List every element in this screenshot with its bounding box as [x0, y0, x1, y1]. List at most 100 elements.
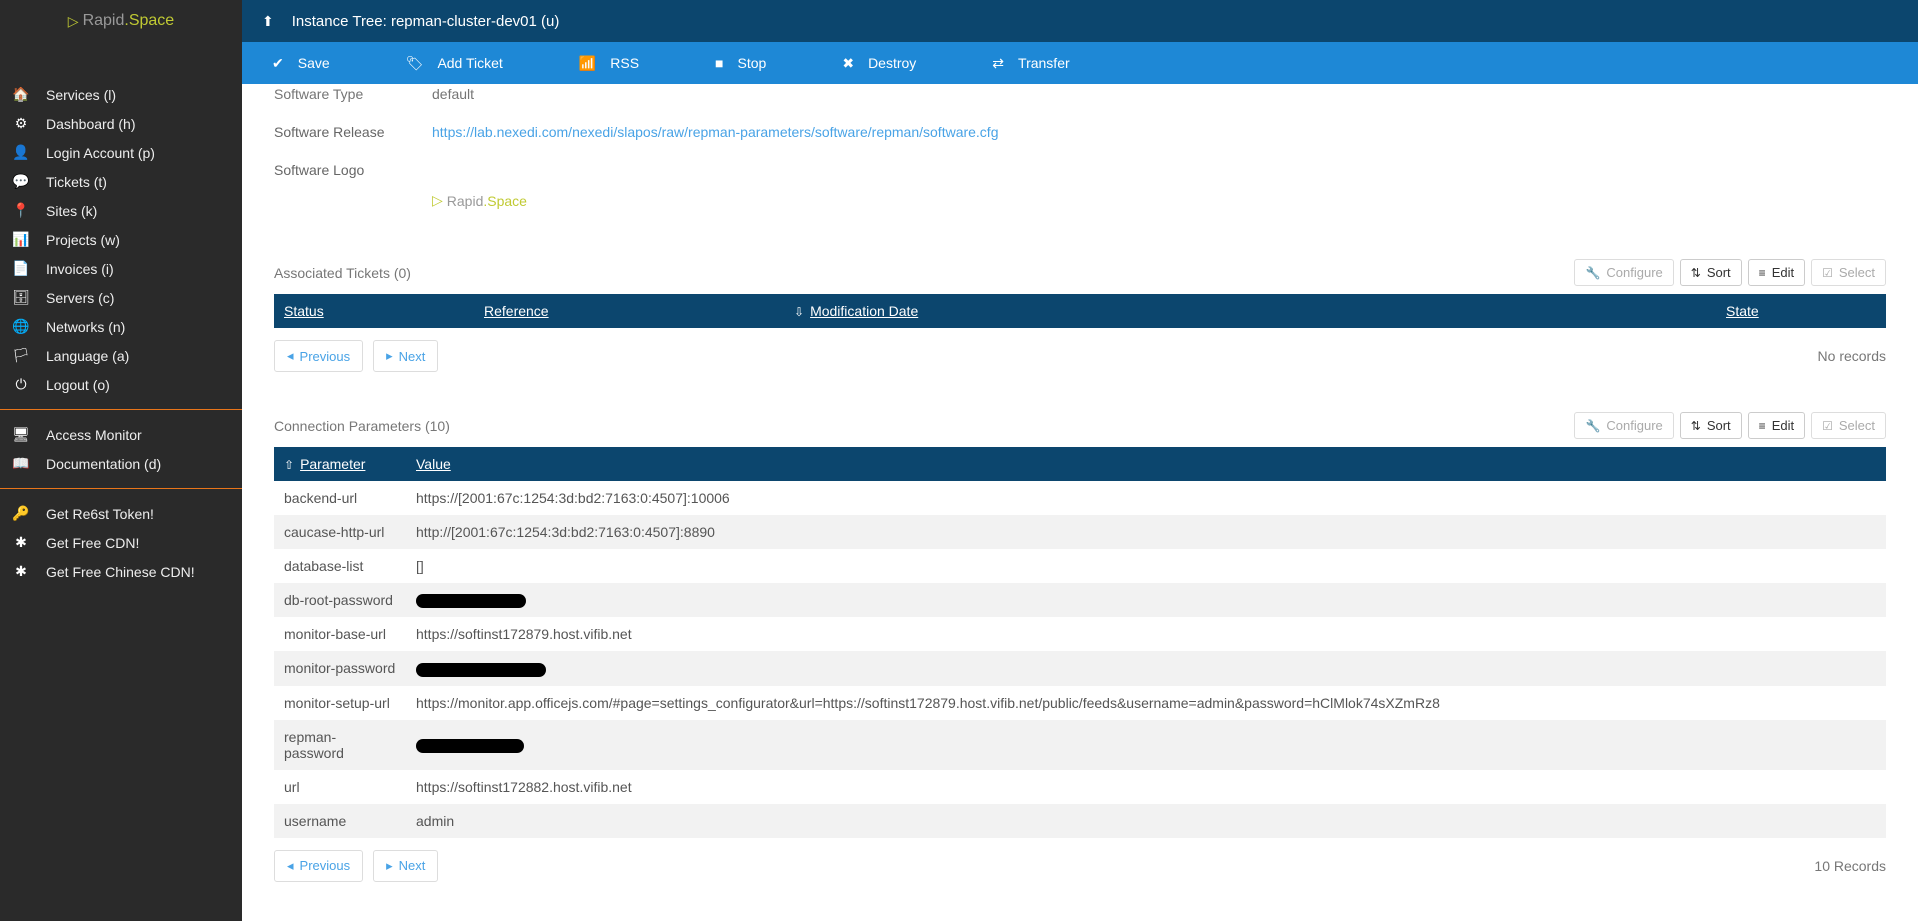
add-ticket-button[interactable]: 🏷 Add Ticket: [388, 42, 521, 84]
caret-left-icon: ◂: [287, 858, 294, 874]
destroy-button[interactable]: ✖ Destroy: [824, 42, 934, 84]
col-modification-date[interactable]: ⇩Modification Date: [784, 294, 1716, 328]
nav-icon: 🌐: [12, 318, 30, 335]
params-title: Connection Parameters (10): [274, 418, 450, 434]
nav-icon: 📄: [12, 260, 30, 277]
sidebar-item[interactable]: 👤Login Account (p): [0, 138, 242, 167]
nav-label: Servers (c): [46, 290, 114, 306]
stop-button[interactable]: ■ Stop: [697, 42, 784, 84]
edit-button[interactable]: ≡Edit: [1748, 259, 1805, 286]
nav-icon: ⚙: [12, 115, 30, 132]
tags-icon: 🏷: [406, 55, 424, 72]
wrench-icon: 🔧: [1585, 419, 1600, 433]
sidebar-item[interactable]: 💬Tickets (t): [0, 167, 242, 196]
sidebar-item[interactable]: 📊Projects (w): [0, 225, 242, 254]
close-icon: ✖: [842, 55, 854, 72]
sidebar-item[interactable]: 📖Documentation (d): [0, 449, 242, 478]
col-reference[interactable]: Reference: [474, 294, 784, 328]
check-square-icon: ☑: [1822, 419, 1833, 433]
tickets-next-button[interactable]: ▸Next: [373, 340, 438, 372]
nav-icon: 💬: [12, 173, 30, 190]
configure-button[interactable]: 🔧Configure: [1574, 412, 1673, 439]
nav-label: Login Account (p): [46, 145, 155, 161]
software-type-value: default: [432, 86, 474, 102]
nav-icon: ⏻: [12, 376, 30, 393]
col-parameter[interactable]: ⇧Parameter: [274, 447, 406, 481]
table-row: database-list[]: [274, 549, 1886, 583]
select-button[interactable]: ☑Select: [1811, 259, 1886, 286]
sort-button[interactable]: ⇅Sort: [1680, 412, 1742, 439]
nav-icon: 🗄: [12, 289, 30, 306]
toolbar-label: Transfer: [1018, 55, 1070, 71]
brand-rapid: Rapid: [447, 193, 484, 209]
page-title: Instance Tree: repman-cluster-dev01 (u): [292, 13, 560, 30]
sidebar-item[interactable]: 🌐 Networks (n): [0, 312, 242, 341]
select-button[interactable]: ☑Select: [1811, 412, 1886, 439]
param-value: [406, 720, 1886, 770]
param-value: admin: [406, 804, 1886, 838]
tickets-section-header: Associated Tickets (0) 🔧Configure ⇅Sort …: [274, 259, 1886, 286]
save-button[interactable]: ✔ Save: [254, 42, 348, 84]
software-release-link[interactable]: https://lab.nexedi.com/nexedi/slapos/raw…: [432, 124, 999, 140]
stop-icon: ■: [715, 55, 723, 71]
sort-button[interactable]: ⇅Sort: [1680, 259, 1742, 286]
nav-label: Networks (n): [46, 319, 125, 335]
configure-button[interactable]: 🔧Configure: [1574, 259, 1673, 286]
brand-logo[interactable]: ▷ Rapid.Space: [0, 0, 242, 42]
nav-icon: 🔑: [12, 505, 30, 522]
col-status[interactable]: Status: [274, 294, 474, 328]
nav-label: Get Free Chinese CDN!: [46, 564, 195, 580]
rss-icon: 📶: [579, 55, 596, 72]
sidebar-item[interactable]: 🏳Language (a): [0, 341, 242, 370]
brand-space: .Space: [483, 193, 527, 209]
logo-icon: ▷: [432, 192, 443, 209]
sidebar-item[interactable]: 🔑Get Re6st Token!: [0, 499, 242, 528]
nav-label: Invoices (i): [46, 261, 114, 277]
toolbar-label: RSS: [610, 55, 639, 71]
edit-button[interactable]: ≡Edit: [1748, 412, 1805, 439]
table-row: db-root-password: [274, 583, 1886, 617]
sidebar-item[interactable]: 📄 Invoices (i): [0, 254, 242, 283]
rss-button[interactable]: 📶 RSS: [561, 42, 657, 84]
sidebar-item[interactable]: 🏠Services (l): [0, 80, 242, 109]
wrench-icon: 🔧: [1585, 266, 1600, 280]
param-value: http://[2001:67c:1254:3d:bd2:7163:0:4507…: [406, 515, 1886, 549]
sidebar-item[interactable]: ⚙Dashboard (h): [0, 109, 242, 138]
params-next-button[interactable]: ▸Next: [373, 850, 438, 882]
params-prev-button[interactable]: ◂Previous: [274, 850, 363, 882]
sidebar-item[interactable]: ✱Get Free Chinese CDN!: [0, 557, 242, 586]
param-name: repman-password: [274, 720, 406, 770]
nav-sec2: 🖥Access Monitor📖Documentation (d): [0, 420, 242, 478]
col-value[interactable]: Value: [406, 447, 1886, 481]
redacted-value: [416, 739, 524, 753]
tickets-table: Status Reference ⇩Modification Date Stat…: [274, 294, 1886, 328]
tickets-pager: ◂Previous ▸Next No records: [274, 340, 1886, 372]
nav-icon: 📍: [12, 202, 30, 219]
param-value: []: [406, 549, 1886, 583]
params-record-count: 10 Records: [1814, 858, 1886, 874]
sidebar-item[interactable]: 🗄 Servers (c): [0, 283, 242, 312]
sidebar-item[interactable]: ⏻ Logout (o): [0, 370, 242, 399]
sidebar-item[interactable]: 🖥Access Monitor: [0, 420, 242, 449]
sort-icon: ⇅: [1691, 419, 1701, 433]
nav-label: Logout (o): [46, 377, 110, 393]
list-icon: ≡: [1759, 419, 1766, 433]
col-state[interactable]: State: [1716, 294, 1886, 328]
param-name: backend-url: [274, 481, 406, 515]
nav-icon: ✱: [12, 534, 30, 551]
nav-label: Language (a): [46, 348, 129, 364]
sort-icon: ⇅: [1691, 266, 1701, 280]
brand-space: .Space: [124, 12, 174, 29]
tickets-record-count: No records: [1818, 348, 1886, 364]
transfer-button[interactable]: ⇄ Transfer: [974, 42, 1087, 84]
params-section-header: Connection Parameters (10) 🔧Configure ⇅S…: [274, 412, 1886, 439]
content: Software Type default Software Release h…: [242, 84, 1918, 921]
toolbar-label: Add Ticket: [437, 55, 502, 71]
nav-icon: 📖: [12, 455, 30, 472]
nav-label: Sites (k): [46, 203, 97, 219]
sidebar-item[interactable]: 📍 Sites (k): [0, 196, 242, 225]
nav-label: Get Free CDN!: [46, 535, 139, 551]
sidebar-item[interactable]: ✱ Get Free CDN!: [0, 528, 242, 557]
tickets-prev-button[interactable]: ◂Previous: [274, 340, 363, 372]
up-arrow-icon[interactable]: ⬆: [262, 13, 274, 30]
